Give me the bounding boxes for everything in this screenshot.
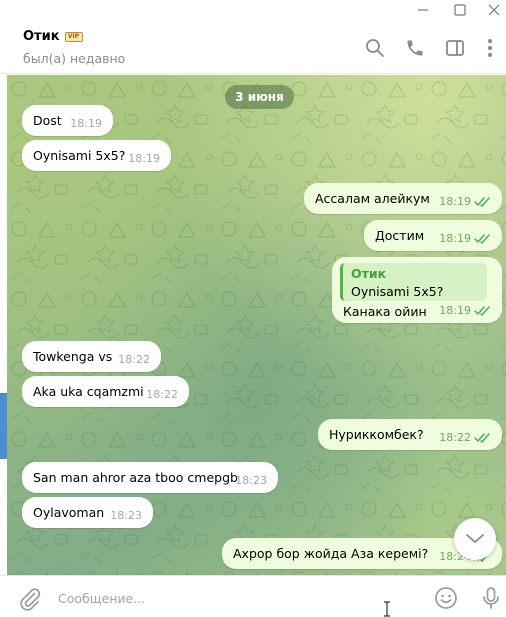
phone-icon[interactable]	[404, 37, 426, 59]
message-incoming[interactable]: Aka uka cqamzmi 18:22	[22, 376, 189, 407]
smile-icon[interactable]	[434, 586, 458, 610]
paperclip-icon[interactable]	[18, 587, 42, 611]
close-icon[interactable]	[482, 0, 506, 20]
message-text: Канака ойин	[343, 304, 427, 319]
message-list[interactable]: 3 июня Dost 18:19 Oynisami 5x5? 18:19 Ас…	[7, 75, 506, 575]
message-time: 18:22	[439, 431, 471, 444]
double-check-icon	[474, 197, 490, 207]
message-incoming[interactable]: Dost 18:19	[22, 105, 113, 136]
message-incoming[interactable]: San man ahror aza tboo cmepgb 18:23	[22, 462, 278, 493]
message-composer	[0, 575, 506, 617]
double-check-icon	[474, 234, 490, 244]
message-incoming[interactable]: Towkenga vs 18:22	[22, 341, 161, 372]
chat-status: был(а) недавно	[23, 51, 126, 66]
maximize-icon[interactable]	[448, 0, 472, 20]
message-outgoing[interactable]: Нуриккомбек? 18:22	[318, 419, 502, 450]
message-text: Ассалам алейкум	[315, 191, 430, 206]
window-titlebar	[0, 0, 506, 20]
message-text: Oynisami 5x5?	[33, 148, 126, 163]
message-text: Ахрор бор жойда Аза керемi?	[233, 546, 429, 561]
message-text: Oylavoman	[33, 505, 105, 520]
reply-author: Отик	[351, 266, 387, 281]
reply-quote[interactable]: Отик Oynisami 5x5?	[340, 263, 487, 301]
date-separator: 3 июня	[225, 85, 294, 109]
message-text: Dost	[33, 113, 62, 128]
sidebar-edge-indicator	[0, 393, 7, 459]
reply-text: Oynisami 5x5?	[351, 284, 444, 299]
sidebar-toggle-icon[interactable]	[444, 37, 466, 59]
message-incoming[interactable]: Oylavoman 18:23	[22, 497, 153, 528]
message-time: 18:19	[128, 152, 160, 165]
message-text: Достим	[375, 228, 425, 243]
search-icon[interactable]	[364, 37, 386, 59]
chat-info[interactable]: Отик VIP был(а) недавно	[23, 29, 125, 66]
scroll-to-bottom-button[interactable]	[454, 518, 496, 560]
message-outgoing-reply[interactable]: Отик Oynisami 5x5? Канака ойин 18:19	[332, 257, 502, 323]
message-incoming[interactable]: Oynisami 5x5? 18:19	[22, 140, 171, 171]
double-check-icon	[474, 306, 490, 316]
message-time: 18:19	[439, 232, 471, 245]
message-time: 18:19	[439, 304, 471, 317]
telegram-window: Отик VIP был(а) недавно 3 июня Dost 18:1…	[0, 0, 506, 617]
message-text: Нуриккомбек?	[329, 427, 424, 442]
message-time: 18:23	[110, 509, 142, 522]
chevron-down-icon	[466, 534, 484, 543]
message-time: 18:22	[146, 388, 178, 401]
message-text: San man ahror aza tboo cmepgb	[33, 470, 238, 485]
minimize-icon[interactable]	[411, 0, 435, 20]
message-time: 18:23	[235, 474, 267, 487]
message-input[interactable]	[58, 589, 418, 607]
message-text: Aka uka cqamzmi	[33, 384, 144, 399]
message-text: Towkenga vs	[33, 349, 113, 364]
more-vertical-icon[interactable]	[479, 37, 501, 59]
vip-badge: VIP	[64, 32, 83, 42]
message-time: 18:22	[118, 353, 150, 366]
message-time: 18:19	[439, 195, 471, 208]
message-outgoing[interactable]: Достим 18:19	[364, 220, 502, 251]
message-outgoing[interactable]: Ассалам алейкум 18:19	[304, 183, 502, 214]
message-time: 18:19	[70, 117, 102, 130]
double-check-icon	[474, 433, 490, 443]
microphone-icon[interactable]	[479, 586, 503, 610]
chat-title: Отик	[23, 29, 60, 44]
chat-header: Отик VIP был(а) недавно	[0, 20, 506, 74]
text-cursor-icon	[384, 601, 390, 617]
